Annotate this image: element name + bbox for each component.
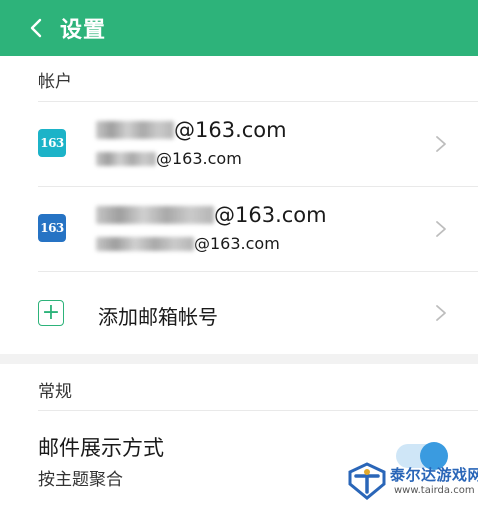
account-email-secondary: @163.com	[96, 149, 242, 168]
chevron-right-icon	[436, 305, 446, 321]
add-account-row[interactable]: + 添加邮箱帐号	[0, 272, 478, 354]
section-label-accounts: 帐户	[38, 72, 72, 92]
site-watermark: 泰尔达游戏网 www.tairda.com	[346, 462, 478, 504]
divider	[38, 410, 478, 411]
back-button[interactable]	[16, 0, 56, 56]
section-label-general: 常规	[38, 382, 72, 402]
redacted-text	[96, 121, 174, 139]
mail-display-title: 邮件展示方式	[38, 436, 164, 460]
mail-display-value: 按主题聚合	[38, 470, 123, 490]
section-separator	[0, 354, 478, 364]
watermark-logo-icon	[348, 462, 386, 500]
redacted-text	[96, 206, 214, 224]
redacted-text	[96, 237, 194, 251]
settings-screen: 设置 帐户 163 @163.com @163.com 163 @163.com…	[0, 0, 478, 505]
account-email-secondary: @163.com	[96, 234, 280, 253]
chevron-right-icon	[436, 221, 446, 237]
account-email-primary: @163.com	[96, 118, 287, 142]
watermark-url: www.tairda.com	[394, 485, 475, 496]
watermark-name: 泰尔达游戏网	[390, 466, 478, 484]
chevron-right-icon	[436, 136, 446, 152]
add-account-label: 添加邮箱帐号	[98, 305, 218, 329]
account-email-primary: @163.com	[96, 203, 327, 227]
chevron-left-icon	[30, 18, 42, 38]
account-row-1[interactable]: 163 @163.com @163.com	[0, 102, 478, 186]
mail-163-icon: 163	[38, 214, 66, 242]
app-header: 设置	[0, 0, 478, 56]
plus-icon: +	[38, 300, 64, 326]
account-row-2[interactable]: 163 @163.com @163.com	[0, 187, 478, 271]
mail-163-icon: 163	[38, 129, 66, 157]
redacted-text	[96, 152, 156, 166]
page-title: 设置	[60, 18, 107, 43]
